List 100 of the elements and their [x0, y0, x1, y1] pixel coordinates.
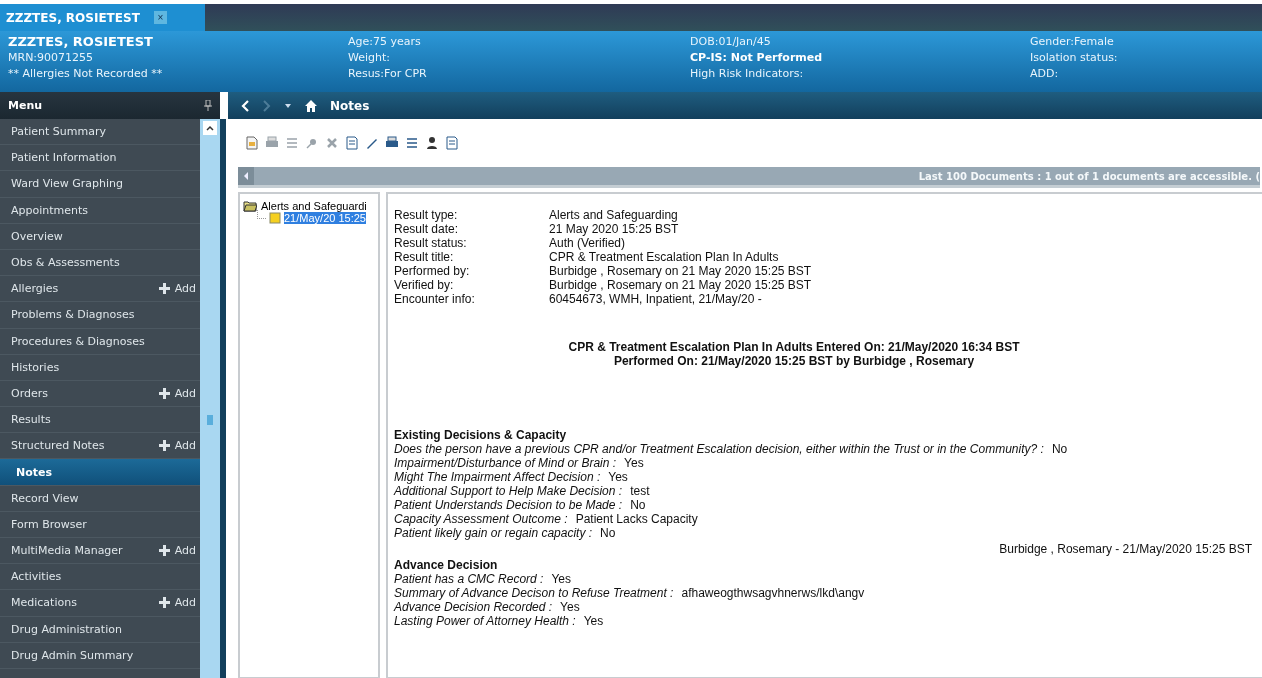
- answer-text: Yes: [583, 614, 604, 628]
- close-tab-button[interactable]: ×: [153, 11, 167, 24]
- forward-icon[interactable]: [262, 99, 272, 112]
- field-value: CPR & Treatment Escalation Plan In Adults: [549, 250, 780, 264]
- folder-icon: [243, 200, 257, 212]
- menu-item-label: Activities: [11, 570, 62, 584]
- section-heading: Existing Decisions & Capacity: [394, 428, 568, 442]
- question-text: Lasting Power of Attorney Health :: [394, 614, 576, 628]
- answer-text: No: [600, 526, 616, 540]
- field-label: Result title:: [394, 250, 455, 264]
- plus-icon: [158, 545, 170, 557]
- question-text: Additional Support to Help Make Decision :: [394, 484, 623, 498]
- question-text: Does the person have a previous CPR and/or Treatment Escalation decision, either within the Trust or in the Community? :: [394, 442, 1044, 456]
- field-label: Result status:: [394, 236, 468, 250]
- menu-item[interactable]: Notes: [0, 459, 200, 486]
- plus-icon: [158, 283, 170, 295]
- menu-title: Menu: [8, 99, 43, 112]
- question-text: Summary of Advance Decison to Refuse Treatment :: [394, 586, 674, 600]
- field-value: Burbidge , Rosemary on 21 May 2020 15:25 BST: [549, 264, 813, 278]
- banner-text: Gender:Female: [1030, 34, 1115, 50]
- patient-tab[interactable]: ZZZTES, ROSIETEST ×: [0, 4, 205, 31]
- allergies-text: ** Allergies Not Recorded **: [8, 66, 164, 82]
- answer-text: No: [1051, 442, 1068, 456]
- field-label: Verified by:: [394, 278, 455, 292]
- add-button[interactable]: Add: [158, 596, 196, 610]
- question-text: Might The Impairment Affect Decision :: [394, 470, 601, 484]
- banner-text: DOB:01/Jan/45: [690, 34, 772, 50]
- info-text: Last 100 Documents : 1 out of 1 documents are accessible. (: [918, 170, 1260, 182]
- field-label: Result type:: [394, 208, 459, 222]
- scroll-thumb[interactable]: [207, 415, 213, 425]
- document-title: Performed On: 21/May/2020 15:25 BST by Burbidge , Rosemary: [613, 354, 975, 368]
- question-text: Impairment/Disturbance of Mind or Brain :: [394, 456, 617, 470]
- page-title: Notes: [330, 98, 370, 113]
- answer-text: Yes: [560, 600, 580, 614]
- add-button[interactable]: Add: [158, 386, 196, 400]
- answer-text: afhaweogthwsagvhnerws/lkd\angv: [681, 586, 865, 600]
- scroll-up-icon[interactable]: [203, 121, 217, 135]
- menu-item[interactable]: Allergies Add: [0, 276, 200, 303]
- add-button[interactable]: Add: [158, 439, 196, 453]
- menu-item-label: Record View: [11, 491, 79, 505]
- menu-item-label: Ward View Graphing: [11, 177, 124, 191]
- tab-title: ZZZTES, ROSIETEST: [6, 10, 140, 25]
- menu-item[interactable]: Medications Add: [0, 590, 200, 617]
- dropdown-icon[interactable]: [284, 102, 292, 109]
- menu-item[interactable]: Orders Add: [0, 380, 200, 408]
- question-text: Patient likely gain or regain capacity :: [394, 526, 593, 540]
- menu-item-label: Patient Information: [11, 151, 117, 165]
- answer-text: test: [630, 484, 650, 498]
- menu-item-label: Structured Notes: [11, 439, 105, 453]
- tree-folder[interactable]: Alerts and Safeguardi: [243, 200, 375, 212]
- answer-text: Yes: [608, 470, 628, 484]
- back-icon[interactable]: [240, 99, 250, 112]
- field-value: 21 May 2020 15:25 BST: [549, 222, 680, 236]
- menu-item-label: Appointments: [11, 203, 89, 217]
- field-value: Alerts and Safeguarding: [549, 208, 679, 222]
- add-button[interactable]: Add: [158, 282, 196, 296]
- menu-item-label: Medications: [11, 596, 77, 610]
- plus-icon: [158, 597, 170, 609]
- answer-text: Yes: [624, 456, 644, 470]
- menu-item-label: Allergies: [11, 282, 59, 296]
- banner-text: Isolation status:: [1030, 50, 1119, 66]
- tree-label: Alerts and Safeguardi: [261, 200, 367, 212]
- menu-item[interactable]: MultiMedia Manager Add: [0, 538, 200, 565]
- field-value: 60454673, WMH, Inpatient, 21/May/20 -: [549, 292, 763, 306]
- document-icon[interactable]: [244, 135, 260, 151]
- tree-item[interactable]: 21/May/20 15:25: [284, 212, 366, 224]
- home-icon[interactable]: [304, 99, 318, 112]
- question-text: Patient has a CMC Record :: [394, 572, 544, 586]
- scrollbar[interactable]: [200, 119, 226, 678]
- question-text: Advance Decision Recorded :: [394, 600, 553, 614]
- pin-icon[interactable]: [204, 100, 212, 111]
- field-label: Performed by:: [394, 264, 471, 278]
- menu-item-label: Obs & Assessments: [11, 256, 120, 270]
- plus-icon: [158, 387, 170, 399]
- field-label: Encounter info:: [394, 292, 476, 306]
- note-icon: [269, 212, 281, 224]
- menu-item-label: MultiMedia Manager: [11, 544, 123, 558]
- menu-item-label: Drug Administration: [11, 622, 122, 636]
- answer-text: Yes: [551, 572, 571, 586]
- menu-item-label: Problems & Diagnoses: [11, 308, 135, 322]
- menu-item-label: Notes: [16, 465, 53, 479]
- person-icon[interactable]: [424, 135, 440, 151]
- menu-item-label: Results: [11, 413, 51, 427]
- menu-item-label: Overview: [11, 229, 63, 243]
- field-label: Result date:: [394, 222, 460, 236]
- menu-item-label: Orders: [11, 386, 48, 400]
- mrn-text: MRN:90071255: [8, 50, 95, 66]
- banner-text: Resus:For CPR: [348, 66, 428, 82]
- menu-item-label: Procedures & Diagnoses: [11, 334, 145, 348]
- field-value: Burbidge , Rosemary on 21 May 2020 15:25 BST: [549, 278, 813, 292]
- field-value: Auth (Verified): [549, 236, 627, 250]
- banner-text: CP-IS: Not Performed: [690, 50, 824, 66]
- document-title: CPR & Treatment Escalation Plan In Adults Entered On: 21/May/2020 16:34 BST: [568, 340, 1020, 354]
- list-icon[interactable]: [404, 135, 420, 151]
- add-button[interactable]: Add: [158, 544, 196, 558]
- menu-item-label: Form Browser: [11, 517, 87, 531]
- banner-text: ADD:: [1030, 66, 1060, 82]
- banner-text: Age:75 years: [348, 34, 422, 50]
- answer-text: Patient Lacks Capacity: [575, 512, 698, 526]
- menu-item-label: Patient Summary: [11, 125, 106, 139]
